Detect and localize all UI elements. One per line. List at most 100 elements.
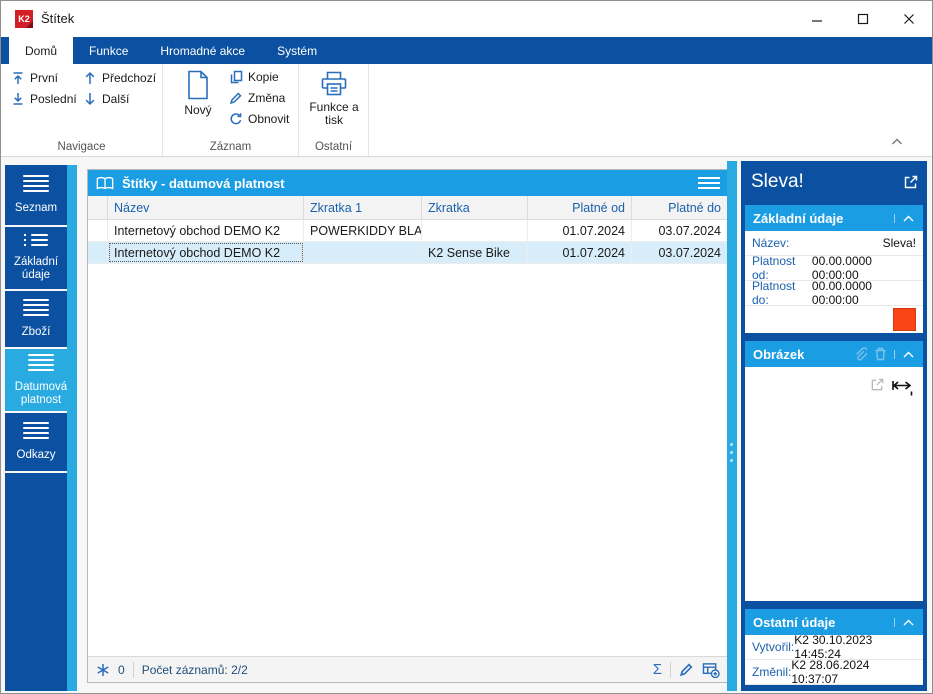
- sidebar-item-odkazy[interactable]: Odkazy: [5, 413, 67, 471]
- ribbon: První Předchozí Poslední Další Navigace: [1, 64, 932, 157]
- section-header[interactable]: Základní údaje: [745, 205, 923, 231]
- table-row-selected[interactable]: Internetový obchod DEMO K2 K2 Sense Bike…: [88, 242, 728, 264]
- window-title: Štítek: [41, 11, 74, 26]
- copy-button[interactable]: Kopie: [229, 70, 289, 84]
- arrow-down-to-bar-icon: [11, 92, 25, 106]
- collapse-section-icon[interactable]: [894, 214, 915, 223]
- sidebar-item-zbozi[interactable]: Zboží: [5, 291, 67, 347]
- maximize-button[interactable]: [840, 1, 886, 37]
- app-window: K2 Štítek Domů Funkce Hromadné akce Syst…: [0, 0, 933, 694]
- group-label-zaznam: Záznam: [163, 141, 298, 153]
- edit-pencil-icon[interactable]: [679, 662, 694, 677]
- group-label-ostatni: Ostatní: [299, 141, 368, 153]
- column-zkratka1[interactable]: Zkratka 1: [304, 196, 422, 219]
- section-header[interactable]: Obrázek: [745, 341, 923, 367]
- title-bar: K2 Štítek: [1, 1, 932, 37]
- new-button[interactable]: Nový: [175, 70, 221, 117]
- field-platnost-do[interactable]: Platnost do: 00.00.0000 00:00:00: [745, 281, 923, 306]
- table-status-bar: 0 Počet záznamů: 2/2 Σ: [88, 656, 728, 682]
- horizontal-resize-cursor-icon: [891, 379, 915, 402]
- pencil-icon: [229, 91, 243, 105]
- chevron-up-icon: [890, 137, 904, 146]
- table-title: Štítky - datumová platnost: [122, 176, 285, 191]
- previous-button[interactable]: Předchozí: [83, 71, 156, 85]
- detail-list-icon: [24, 234, 48, 249]
- printer-icon: [320, 70, 348, 97]
- next-button[interactable]: Další: [83, 92, 156, 106]
- column-gutter: [88, 196, 108, 219]
- sidebar-item-zakladni-udaje[interactable]: Základní údaje: [5, 227, 67, 289]
- table-header: Název Zkratka 1 Zkratka Platné od Platné…: [88, 196, 728, 220]
- ribbon-tab-bar: Domů Funkce Hromadné akce Systém: [1, 37, 932, 64]
- arrow-up-to-bar-icon: [11, 71, 25, 85]
- section-ostatni-udaje: Ostatní údaje Vytvořil: K2 30.10.2023 14…: [745, 609, 923, 685]
- table-row[interactable]: Internetový obchod DEMO K2 POWERKIDDY BL…: [88, 220, 728, 242]
- group-label-navigace: Navigace: [1, 141, 162, 153]
- color-swatch[interactable]: [893, 308, 916, 331]
- detail-panel: Sleva! Základní údaje Název: Sleva!: [741, 161, 927, 691]
- section-obrazek: Obrázek: [745, 341, 923, 601]
- change-button[interactable]: Změna: [229, 91, 289, 105]
- collapse-section-icon[interactable]: [894, 618, 915, 627]
- open-image-button[interactable]: [870, 377, 885, 397]
- sum-icon[interactable]: Σ: [653, 661, 662, 678]
- section-header[interactable]: Ostatní údaje: [745, 609, 923, 635]
- column-platne-do[interactable]: Platné do: [632, 196, 728, 219]
- column-zkratka[interactable]: Zkratka: [422, 196, 528, 219]
- section-zakladni-udaje: Základní údaje Název: Sleva! Platnost od…: [745, 205, 923, 333]
- field-nazev[interactable]: Název: Sleva!: [745, 231, 923, 256]
- ribbon-group-ostatni: Funkce a tisk Ostatní: [299, 64, 369, 156]
- add-view-icon[interactable]: [702, 662, 720, 678]
- last-button[interactable]: Poslední: [11, 92, 83, 106]
- minimize-button[interactable]: [794, 1, 840, 37]
- record-count: Počet záznamů: 2/2: [142, 663, 248, 677]
- color-field-row: [745, 306, 923, 333]
- image-placeholder: [745, 367, 923, 601]
- arrow-down-icon: [83, 92, 97, 106]
- k2-logo-icon: K2: [15, 10, 33, 28]
- tab-domu[interactable]: Domů: [9, 37, 73, 64]
- arrow-up-icon: [83, 71, 97, 85]
- tab-system[interactable]: Systém: [261, 37, 333, 64]
- functions-print-button[interactable]: Funkce a tisk: [304, 70, 364, 127]
- column-platne-od[interactable]: Platné od: [528, 196, 632, 219]
- app-body: Seznam Základní údaje Zboží Datumová pla…: [1, 157, 932, 693]
- ribbon-group-navigace: První Předchozí Poslední Další Navigace: [1, 64, 163, 156]
- list-icon: [23, 422, 49, 442]
- field-platnost-od[interactable]: Platnost od: 00.00.0000 00:00:00: [745, 256, 923, 281]
- table-title-bar: Štítky - datumová platnost: [88, 170, 728, 196]
- records-table-panel: Štítky - datumová platnost Název Zkratka…: [87, 169, 729, 683]
- book-icon: [96, 176, 114, 191]
- sidebar-item-datumova-platnost[interactable]: Datumová platnost: [5, 349, 77, 411]
- sidebar-accent-strip: [67, 165, 77, 691]
- external-link-icon: [903, 174, 919, 190]
- refresh-button[interactable]: Obnovit: [229, 112, 289, 126]
- list-icon: [23, 175, 49, 195]
- open-detail-button[interactable]: [903, 174, 919, 195]
- frozen-records-icon: [96, 663, 110, 677]
- refresh-icon: [229, 112, 243, 126]
- detail-title: Sleva!: [751, 171, 804, 193]
- sidebar-item-seznam[interactable]: Seznam: [5, 165, 67, 225]
- field-vytvoril[interactable]: Vytvořil: K2 30.10.2023 14:45:24: [745, 635, 923, 660]
- external-link-icon: [870, 377, 885, 392]
- first-button[interactable]: První: [11, 71, 83, 85]
- splitter-grip-icon: [730, 443, 733, 467]
- table-menu-icon[interactable]: [698, 174, 720, 192]
- frozen-count: 0: [118, 663, 125, 677]
- tab-hromadne-akce[interactable]: Hromadné akce: [144, 37, 261, 64]
- collapse-section-icon[interactable]: [894, 350, 915, 359]
- trash-icon: [874, 347, 887, 361]
- panel-splitter[interactable]: [727, 161, 737, 691]
- tab-funkce[interactable]: Funkce: [73, 37, 144, 64]
- new-document-icon: [186, 70, 210, 100]
- list-icon: [28, 354, 54, 374]
- column-nazev[interactable]: Název: [108, 196, 304, 219]
- collapse-ribbon-button[interactable]: [890, 133, 904, 151]
- paperclip-icon: [853, 347, 867, 361]
- close-button[interactable]: [886, 1, 932, 37]
- list-icon: [23, 299, 49, 319]
- ribbon-group-zaznam: Nový Kopie Změna Obnovit Záznam: [163, 64, 299, 156]
- field-zmenil[interactable]: Změnil: K2 28.06.2024 10:37:07: [745, 660, 923, 685]
- copy-icon: [229, 70, 243, 84]
